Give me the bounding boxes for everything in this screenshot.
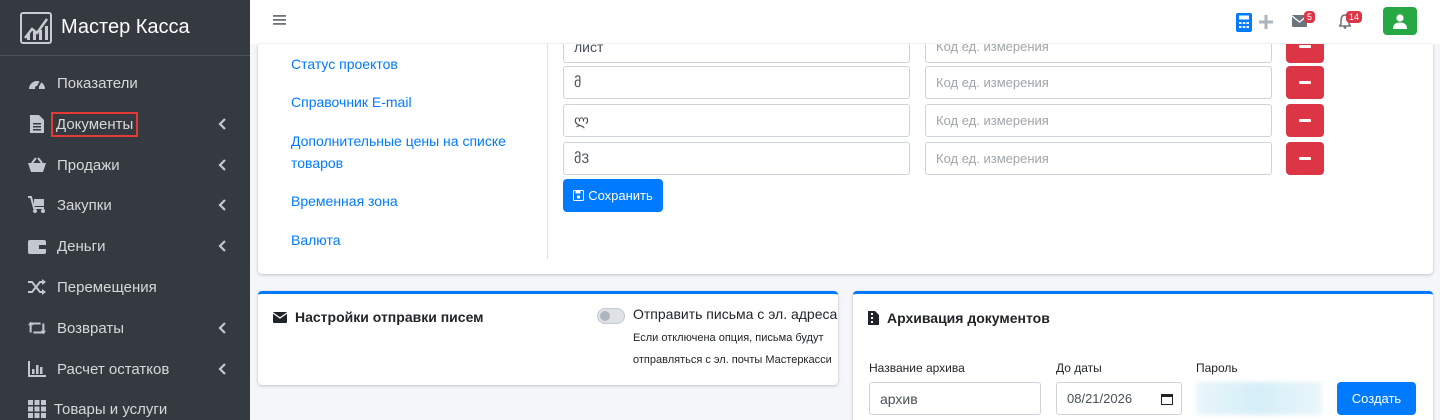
unit-name-input[interactable]: მ3: [563, 142, 910, 175]
sidebar-item-returns[interactable]: Возвраты: [0, 310, 250, 346]
archive-name-input[interactable]: архив: [869, 382, 1041, 415]
sidebar-item-label: Деньги: [57, 237, 106, 255]
sidebar-item-money[interactable]: Деньги: [0, 228, 250, 264]
user-icon: [1393, 13, 1407, 29]
menu-toggle-icon[interactable]: [272, 12, 288, 28]
chevron-left-icon: [218, 362, 228, 376]
sidebar-item-label: Документы: [50, 111, 139, 137]
sidebar: Мастер Касса Показатели Документы Продаж…: [0, 0, 250, 420]
plus-icon[interactable]: [1259, 15, 1273, 29]
unit-name-input[interactable]: მ: [563, 66, 910, 99]
mail-settings-title-text: Настройки отправки писем: [295, 309, 484, 325]
sidebar-item-label: Товары и услуги: [54, 400, 168, 418]
minus-icon: [1299, 45, 1311, 48]
save-label: Сохранить: [588, 188, 653, 203]
sidebar-item-label: Продажи: [57, 156, 120, 174]
sidebar-item-purchases[interactable]: Закупки: [0, 187, 250, 223]
document-icon: [27, 114, 47, 134]
minus-icon: [1299, 157, 1311, 160]
archive-card: Архивация документов Название архива арх…: [853, 291, 1433, 420]
unit-name-input[interactable]: лист: [563, 44, 910, 63]
link-email-directory[interactable]: Справочник E-mail: [291, 91, 412, 113]
mail-settings-card: Настройки отправки писем Отправить письм…: [258, 291, 838, 385]
password-input[interactable]: [1196, 382, 1322, 415]
remove-unit-button[interactable]: [1286, 44, 1324, 63]
unit-code-input[interactable]: Код ед. измерения: [925, 44, 1272, 63]
sidebar-item-label: Перемещения: [57, 278, 157, 296]
mail-count-badge: 5: [1304, 11, 1316, 23]
sidebar-item-label: Расчет остатков: [57, 360, 170, 378]
sidebar-item-products[interactable]: Товары и услуги: [0, 391, 250, 420]
toggle-help-line1: Если отключена опция, письма будут: [633, 332, 824, 344]
unit-code-input[interactable]: Код ед. измерения: [925, 66, 1272, 99]
user-button[interactable]: [1383, 7, 1417, 35]
sidebar-item-label: Закупки: [57, 196, 112, 214]
date-value: 08/21/2026: [1067, 391, 1133, 406]
minus-icon: [1299, 119, 1311, 122]
chevron-left-icon: [218, 117, 228, 131]
wallet-icon: [27, 236, 47, 256]
date-input[interactable]: 08/21/2026: [1056, 382, 1182, 415]
cart-icon: [27, 195, 47, 215]
link-timezone[interactable]: Временная зона: [291, 190, 398, 212]
topbar: 5 14: [250, 0, 1440, 44]
send-from-email-toggle[interactable]: [597, 308, 625, 324]
sidebar-item-transfers[interactable]: Перемещения: [0, 269, 250, 305]
archive-name-label: Название архива: [869, 361, 965, 375]
mail-settings-title: Настройки отправки писем: [273, 309, 484, 325]
archive-title-text: Архивация документов: [887, 310, 1050, 326]
file-archive-icon: [868, 311, 879, 325]
chart-icon: [27, 359, 47, 379]
sidebar-item-sales[interactable]: Продажи: [0, 147, 250, 183]
sidebar-item-balance[interactable]: Расчет остатков: [0, 351, 250, 387]
chevron-left-icon: [218, 239, 228, 253]
sidebar-item-dashboard[interactable]: Показатели: [0, 65, 250, 101]
brand[interactable]: Мастер Касса: [0, 0, 250, 56]
unit-name-input[interactable]: ლ: [563, 104, 910, 137]
link-project-status[interactable]: Статус проектов: [291, 53, 398, 75]
floppy-icon: [573, 190, 585, 201]
link-additional-prices[interactable]: Дополнительные цены на списке товаров: [291, 130, 511, 174]
unit-code-input[interactable]: Код ед. измерения: [925, 142, 1272, 175]
chevron-left-icon: [218, 321, 228, 335]
calendar-icon[interactable]: [1161, 393, 1173, 405]
toggle-help-line2: отправляться с эл. почты Мастеркасси: [633, 354, 832, 366]
create-archive-button[interactable]: Создать: [1337, 382, 1416, 415]
basket-icon: [27, 155, 47, 175]
gauge-icon: [27, 73, 47, 93]
save-button[interactable]: Сохранить: [563, 179, 663, 212]
remove-unit-button[interactable]: [1286, 66, 1324, 99]
envelope-icon: [273, 311, 287, 323]
settings-card: Статус проектов Справочник E-mail Дополн…: [258, 44, 1433, 274]
chevron-left-icon: [218, 158, 228, 172]
calculator-icon[interactable]: [1236, 13, 1252, 32]
date-label: До даты: [1056, 361, 1102, 375]
sidebar-item-documents[interactable]: Документы: [0, 106, 250, 142]
archive-title: Архивация документов: [868, 310, 1050, 326]
brand-name: Мастер Касса: [61, 16, 190, 38]
logo-icon: [20, 11, 52, 44]
link-currency[interactable]: Валюта: [291, 229, 341, 251]
remove-unit-button[interactable]: [1286, 104, 1324, 137]
unit-code-input[interactable]: Код ед. измерения: [925, 104, 1272, 137]
divider: [547, 44, 548, 259]
sidebar-item-label: Возвраты: [57, 319, 125, 337]
chevron-left-icon: [218, 198, 228, 212]
sidebar-item-label: Показатели: [57, 74, 138, 92]
retweet-icon: [27, 318, 47, 338]
grid-icon: [27, 399, 47, 419]
remove-unit-button[interactable]: [1286, 142, 1324, 175]
minus-icon: [1299, 81, 1311, 84]
toggle-label: Отправить письма с эл. адреса: [633, 306, 838, 322]
password-label: Пароль: [1196, 361, 1238, 375]
notification-count-badge: 14: [1346, 11, 1363, 23]
shuffle-icon: [27, 277, 47, 297]
